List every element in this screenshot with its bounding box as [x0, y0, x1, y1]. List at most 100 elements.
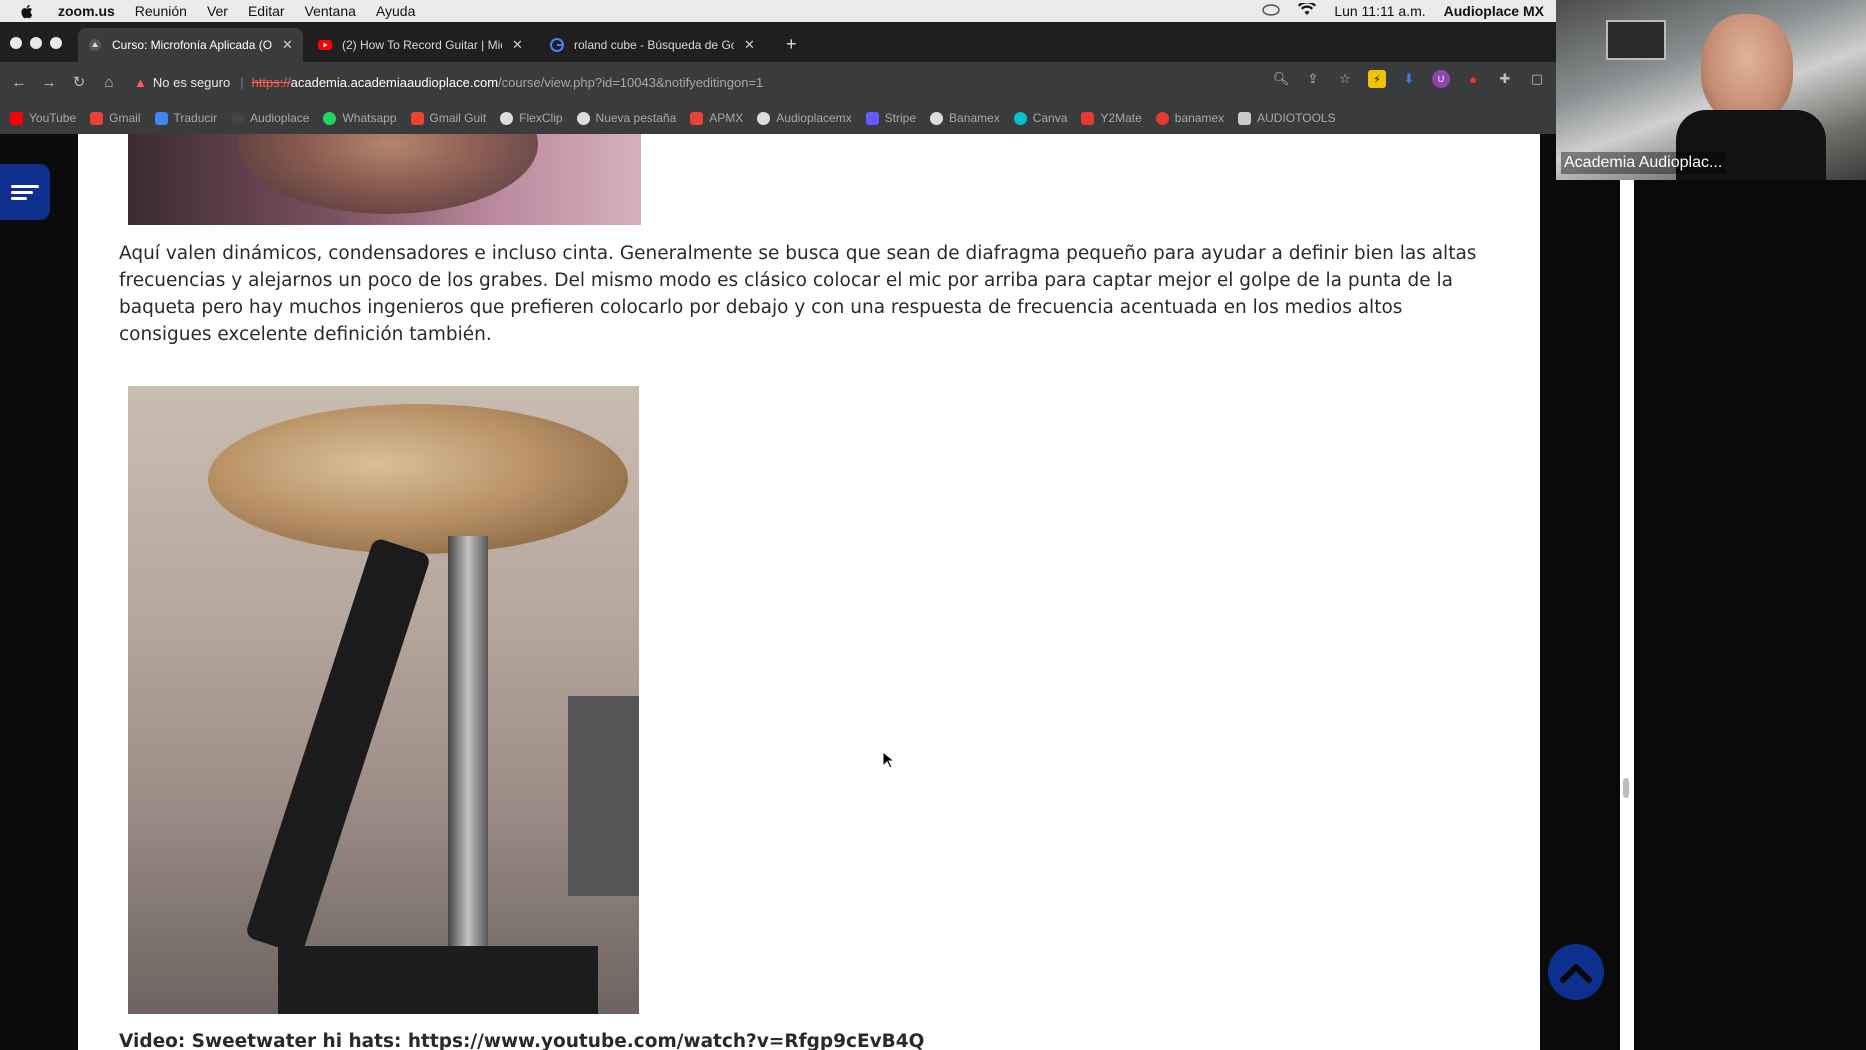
gmail-icon — [690, 111, 704, 125]
bookmark-whatsapp[interactable]: Whatsapp — [323, 111, 397, 125]
record-extension-icon[interactable]: ● — [1464, 70, 1482, 88]
zoom-magnifier-icon[interactable]: 🔍︎ — [1272, 70, 1290, 88]
audioplace-favicon-icon — [88, 38, 102, 52]
extension-yellow-icon[interactable]: ⚡ — [1368, 70, 1386, 88]
audiotools-icon — [1238, 111, 1252, 125]
url-scheme: https:// — [251, 74, 291, 90]
reload-icon[interactable]: ↻ — [64, 73, 94, 91]
tab-youtube[interactable]: (2) How To Record Guitar | Mic ✕ — [308, 28, 533, 62]
apple-icon[interactable] — [16, 0, 36, 22]
bookmark-youtube[interactable]: YouTube — [10, 111, 76, 125]
menu-ventana[interactable]: Ventana — [305, 3, 356, 19]
menu-editar[interactable]: Editar — [248, 3, 285, 19]
gmail-icon — [410, 111, 424, 125]
youtube-icon — [10, 111, 23, 125]
url-path: /course/view.php?id=10043&notifyeditingo… — [498, 74, 764, 90]
share-icon[interactable]: ⇪ — [1304, 70, 1322, 88]
wifi-icon[interactable] — [1298, 1, 1317, 19]
menubar-clock[interactable]: Lun 11:11 a.m. — [1334, 3, 1425, 19]
back-arrow-icon[interactable]: ← — [4, 74, 34, 91]
gmail-icon — [90, 111, 104, 125]
bookmark-gmail-guit[interactable]: Gmail Guit — [410, 111, 486, 125]
menu-ayuda[interactable]: Ayuda — [376, 3, 415, 19]
globe-icon — [576, 111, 590, 125]
tab-google[interactable]: roland cube - Búsqueda de Go ✕ — [540, 28, 765, 62]
new-tab-icon[interactable]: + — [786, 34, 797, 55]
tab-curso[interactable]: Curso: Microfonía Aplicada (Or ✕ — [78, 28, 303, 62]
bookmark-banamex[interactable]: Banamex — [930, 111, 1000, 125]
stripe-icon — [865, 111, 879, 125]
bookmark-audioplacemx[interactable]: Audioplacemx — [757, 111, 852, 125]
close-window-button[interactable] — [10, 37, 22, 49]
bookmark-canva[interactable]: Canva — [1013, 111, 1067, 125]
cymbal-photo — [128, 134, 641, 225]
warning-icon[interactable]: ▲ — [134, 75, 147, 90]
bookmark-gmail[interactable]: Gmail — [90, 111, 141, 125]
scrollbar-thumb[interactable] — [1623, 778, 1629, 798]
audioplace-icon — [757, 111, 771, 125]
chevron-up-icon — [1560, 964, 1592, 983]
youtube-favicon-icon — [318, 38, 332, 52]
macos-menubar: zoom.us Reunión Ver Editar Ventana Ayuda… — [0, 0, 1556, 22]
menu-lines-icon — [11, 182, 39, 203]
bookmark-star-icon[interactable]: ☆ — [1336, 70, 1354, 88]
extension-purple-icon[interactable]: U — [1432, 70, 1450, 88]
browser-window: Curso: Microfonía Aplicada (Or ✕ (2) How… — [0, 22, 1556, 1050]
hihat-mic-photo — [128, 386, 639, 1014]
whatsapp-icon — [323, 111, 337, 125]
forward-arrow-icon[interactable]: → — [34, 74, 64, 91]
close-tab-icon[interactable]: ✕ — [512, 37, 523, 53]
globe-icon — [930, 111, 944, 125]
menu-app-name[interactable]: zoom.us — [58, 3, 115, 19]
bookmark-traducir[interactable]: Traducir — [154, 111, 217, 125]
page-viewport: Aquí valen dinámicos, condensadores e in… — [0, 134, 1556, 1050]
bookmark-audioplace[interactable]: Audioplace — [231, 111, 309, 125]
security-status[interactable]: No es seguro — [153, 75, 230, 90]
menubar-user[interactable]: Audioplace MX — [1444, 3, 1544, 19]
y2mate-icon — [1081, 111, 1095, 125]
close-tab-icon[interactable]: ✕ — [282, 37, 293, 53]
audioplace-icon — [231, 111, 245, 125]
address-bar[interactable]: ▲ No es seguro | https:// academia.acade… — [134, 69, 1324, 95]
participant-name: Academia Audioplac... — [1561, 152, 1726, 174]
url-host: academia.academiaaudioplace.com — [290, 74, 499, 90]
menu-reunion[interactable]: Reunión — [135, 3, 187, 19]
scroll-to-top-button[interactable] — [1548, 944, 1604, 1000]
home-icon[interactable]: ⌂ — [94, 74, 124, 91]
extensions-puzzle-icon[interactable]: ✚ — [1496, 70, 1514, 88]
side-panel-icon[interactable]: ▢ — [1528, 70, 1546, 88]
bookmark-apmx[interactable]: APMX — [690, 111, 743, 125]
download-extension-icon[interactable]: ⬇ — [1400, 70, 1418, 88]
extension-toolbar: 🔍︎ ⇪ ☆ ⚡ ⬇ U ● ✚ ▢ — [1272, 70, 1556, 88]
sidebar-menu-button[interactable] — [0, 164, 50, 220]
lesson-paragraph: Aquí valen dinámicos, condensadores e in… — [119, 243, 1477, 345]
canva-icon — [1013, 111, 1027, 125]
google-favicon-icon — [550, 38, 564, 52]
creative-cloud-icon[interactable] — [1262, 3, 1281, 19]
window-controls — [10, 37, 62, 49]
translate-icon — [154, 111, 168, 125]
menu-ver[interactable]: Ver — [207, 3, 228, 19]
minimize-window-button[interactable] — [30, 37, 42, 49]
close-tab-icon[interactable]: ✕ — [744, 37, 755, 53]
tab-title: Curso: Microfonía Aplicada (Or — [112, 38, 272, 52]
bookmark-banamex-2[interactable]: banamex — [1155, 111, 1224, 125]
bookmark-stripe[interactable]: Stripe — [865, 111, 916, 125]
bookmark-nueva-pestana[interactable]: Nueva pestaña — [576, 111, 676, 125]
bookmark-y2mate[interactable]: Y2Mate — [1081, 111, 1142, 125]
bookmark-audiotools[interactable]: AUDIOTOOLS — [1238, 111, 1336, 125]
bookmarks-bar: YouTube Gmail Traducir Audioplace Whatsa… — [0, 102, 1556, 134]
banamex-icon — [1155, 111, 1169, 125]
tab-title: roland cube - Búsqueda de Go — [574, 38, 734, 52]
zoom-scrollbar[interactable] — [1620, 180, 1634, 1050]
video-link[interactable]: Video: Sweetwater hi hats: https://www.y… — [119, 1031, 924, 1050]
browser-toolbar: ← → ↻ ⌂ ▲ No es seguro | https:// academ… — [0, 62, 1556, 102]
bookmark-flexclip[interactable]: FlexClip — [500, 111, 563, 125]
tab-title: (2) How To Record Guitar | Mic — [342, 38, 502, 52]
omnibox-divider: | — [240, 74, 244, 90]
zoom-window-button[interactable] — [50, 37, 62, 49]
course-content: Aquí valen dinámicos, condensadores e in… — [78, 134, 1540, 1050]
globe-icon — [500, 111, 514, 125]
mouse-pointer-icon — [882, 750, 896, 774]
tab-strip: Curso: Microfonía Aplicada (Or ✕ (2) How… — [0, 22, 1556, 62]
